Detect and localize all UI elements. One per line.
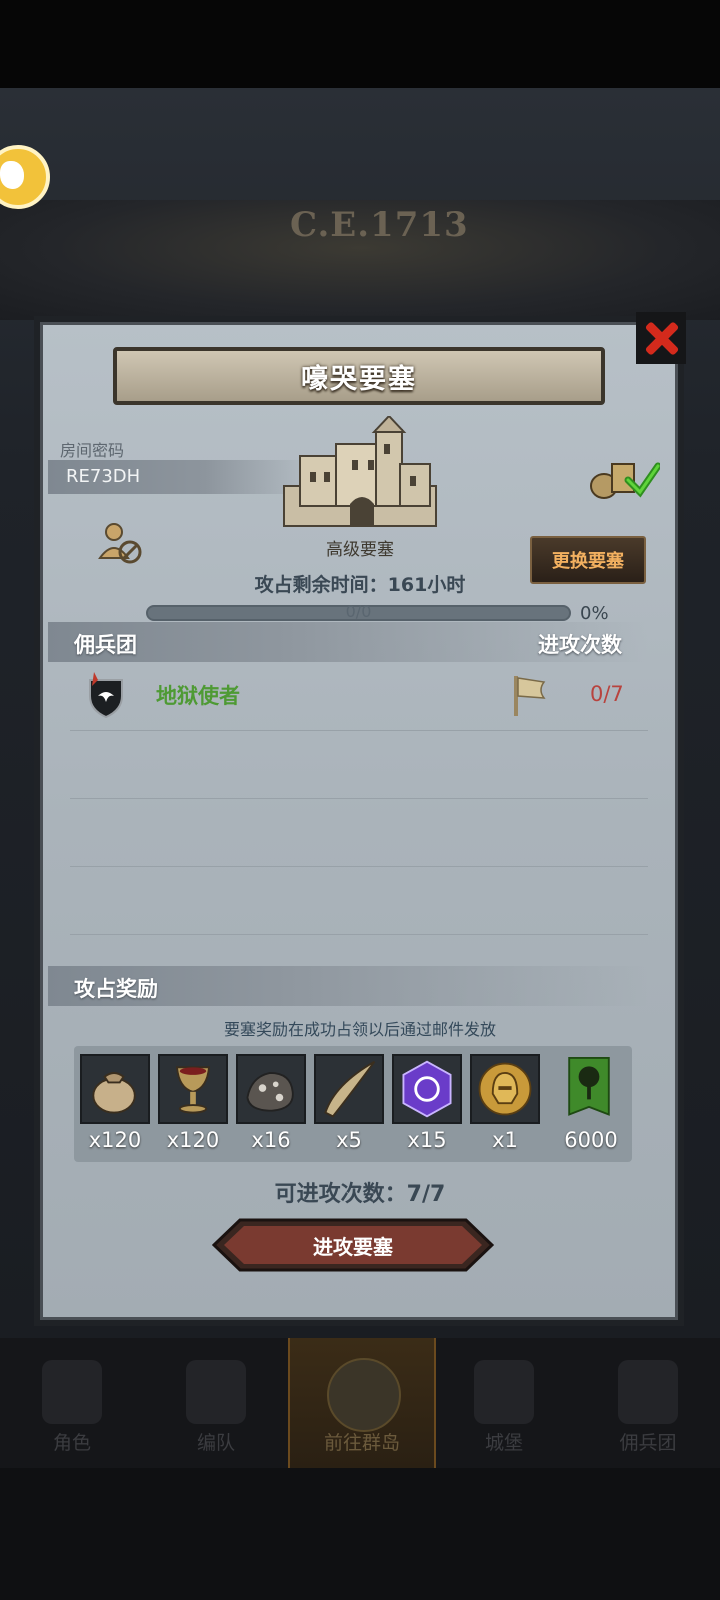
top-status-bar xyxy=(0,0,720,88)
sack-icon xyxy=(92,1072,136,1114)
user-block-icon[interactable] xyxy=(98,520,142,564)
rewards-header: 攻占奖励 xyxy=(74,977,158,1001)
nav-label: 佣兵团 xyxy=(619,1432,677,1454)
loot-claimed-icon[interactable] xyxy=(588,458,660,500)
reward-qty: x15 xyxy=(407,1128,447,1152)
rewards-panel: x120 x120 x16 x5 x15 x1 6000 xyxy=(74,1046,632,1162)
nav-label: 角色 xyxy=(52,1432,91,1454)
nav-item-mercenary[interactable]: 佣兵团 xyxy=(576,1338,720,1468)
reward-qty: x1 xyxy=(492,1128,518,1152)
room-code-label: 房间密码 xyxy=(60,441,125,460)
horn-icon xyxy=(324,1060,376,1118)
purple-rune-icon xyxy=(402,1060,452,1118)
reward-item-banner[interactable]: 6000 xyxy=(556,1054,626,1152)
era-label: C.E.1713 xyxy=(290,205,469,245)
mercenary-name: 地狱使者 xyxy=(156,684,240,708)
change-fortress-button[interactable]: 更换要塞 xyxy=(530,536,646,584)
change-fortress-label: 更换要塞 xyxy=(552,551,624,572)
tree-banner-icon xyxy=(568,1056,610,1116)
reward-qty: x5 xyxy=(336,1128,362,1152)
remaining-time: 攻占剩余时间：161小时 xyxy=(254,574,466,596)
goblet-icon xyxy=(175,1066,211,1114)
reward-item-ore[interactable]: x16 xyxy=(236,1054,306,1152)
mercenary-header: 佣兵团 xyxy=(74,633,137,657)
nav-label: 城堡 xyxy=(484,1432,523,1454)
reward-item-horn[interactable]: x5 xyxy=(314,1054,384,1152)
dialog-title: 嚎哭要塞 xyxy=(301,363,417,395)
fortress-type: 高级要塞 xyxy=(326,540,394,560)
mercenary-attack-count: 0/7 xyxy=(590,682,624,706)
capture-progress-count: 0/0 xyxy=(345,602,372,621)
row-divider xyxy=(70,798,648,799)
ore-icon xyxy=(246,1072,294,1112)
nav-item-character[interactable]: 角色 xyxy=(0,1338,144,1468)
capture-progress-percent: 0% xyxy=(580,603,609,624)
mercenary-row[interactable]: 地狱使者 0/7 xyxy=(70,660,648,731)
globe-icon xyxy=(327,1358,401,1432)
reward-qty: x16 xyxy=(251,1128,291,1152)
nav-label: 前往群岛 xyxy=(323,1432,400,1454)
rewards-note: 要塞奖励在成功占领以后通过邮件发放 xyxy=(223,1020,496,1039)
flag-icon xyxy=(514,676,546,716)
ship-icon xyxy=(618,1360,678,1424)
attack-fortress-label: 进攻要塞 xyxy=(313,1235,393,1259)
title-plaque: 嚎哭要塞 xyxy=(113,347,605,405)
reward-item-sack[interactable]: x120 xyxy=(80,1054,150,1152)
helmet-icon xyxy=(186,1360,246,1424)
room-code-value: RE73DH xyxy=(66,466,141,487)
fortress-castle-icon xyxy=(283,416,437,527)
attacks-header: 进攻次数 xyxy=(538,633,622,657)
reward-item-helmet[interactable]: x1 xyxy=(470,1054,540,1152)
nav-label: 编队 xyxy=(196,1432,235,1454)
nav-item-castle[interactable]: 城堡 xyxy=(432,1338,576,1468)
row-divider xyxy=(70,934,648,935)
attacks-available: 可进攻次数：7/7 xyxy=(274,1182,446,1207)
reward-item-goblet[interactable]: x120 xyxy=(158,1054,228,1152)
attack-fortress-button[interactable]: 进攻要塞 xyxy=(212,1218,494,1272)
bottom-nav: 角色 编队 前往群岛 城堡 佣兵团 xyxy=(0,1338,720,1468)
bottom-fill xyxy=(0,1468,720,1600)
knight-icon xyxy=(42,1360,102,1424)
castle-icon xyxy=(474,1360,534,1424)
gold-helmet-icon xyxy=(478,1062,532,1116)
nav-item-formation[interactable]: 编队 xyxy=(144,1338,288,1468)
reward-item-rune[interactable]: x15 xyxy=(392,1054,462,1152)
close-button[interactable] xyxy=(636,312,686,364)
guild-shield-icon xyxy=(89,672,123,718)
nav-item-islands[interactable]: 前往群岛 xyxy=(288,1338,436,1468)
reward-qty: 6000 xyxy=(564,1128,618,1152)
row-divider xyxy=(70,866,648,867)
reward-qty: x120 xyxy=(166,1128,220,1152)
reward-qty: x120 xyxy=(88,1128,142,1152)
